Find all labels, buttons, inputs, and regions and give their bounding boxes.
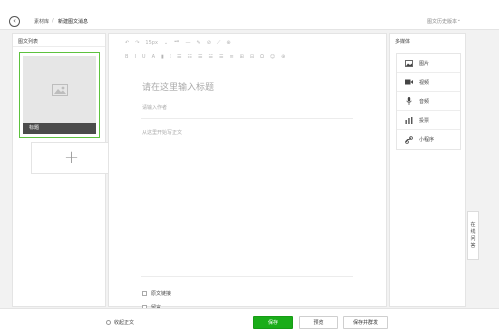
article-card-selected[interactable]: 标题 bbox=[19, 52, 100, 138]
microphone-icon bbox=[405, 97, 413, 105]
article-caption: 标题 bbox=[23, 123, 96, 134]
horizontal-rule-icon[interactable]: — bbox=[186, 40, 191, 46]
more-icon[interactable]: ⊕ bbox=[226, 40, 230, 46]
divider bbox=[13, 46, 105, 47]
image-placeholder-icon bbox=[51, 84, 68, 98]
ordered-list-icon[interactable]: ⊞ bbox=[240, 54, 244, 60]
media-item-poll[interactable]: 投票 bbox=[397, 111, 460, 130]
history-versions-link[interactable]: 图文历史版本 bbox=[427, 18, 457, 25]
toolbar-row-2: B I U A ▮ ⫶ ☰ ☷ ☰ ☱ ☰ ≡ ⊞ ⊟ Ω ☺ ⊕ bbox=[125, 53, 375, 61]
video-icon bbox=[405, 78, 413, 86]
format-brush-icon[interactable]: ✎ bbox=[197, 40, 201, 46]
poll-icon bbox=[405, 116, 413, 124]
original-link-checkbox[interactable] bbox=[142, 291, 147, 296]
original-link-label: 原文链接 bbox=[151, 291, 172, 297]
undo-icon[interactable]: ↶ bbox=[125, 40, 129, 46]
title-input[interactable]: 请在这里输入标题 bbox=[142, 80, 214, 93]
media-item-label: 投票 bbox=[419, 117, 430, 124]
collapse-radio[interactable] bbox=[106, 320, 111, 325]
side-tab-char: 答 bbox=[470, 242, 476, 249]
emoji-icon[interactable]: ☺ bbox=[270, 54, 275, 60]
breadcrumb-home[interactable]: 素材库 bbox=[34, 18, 49, 25]
media-item-label: 音频 bbox=[419, 98, 430, 105]
media-item-video[interactable]: 视频 bbox=[397, 73, 460, 92]
add-article-button[interactable]: + bbox=[31, 142, 112, 174]
back-button[interactable]: ‹ bbox=[9, 16, 20, 27]
divider bbox=[141, 118, 353, 119]
media-list: 图片 视频 音频 投票 小程序 bbox=[396, 53, 461, 150]
article-list-title: 图文列表 bbox=[18, 39, 39, 45]
media-item-image[interactable]: 图片 bbox=[397, 54, 460, 73]
article-list-panel: 图文列表 标题 + bbox=[12, 33, 112, 307]
redo-icon[interactable]: ↷ bbox=[135, 40, 139, 46]
save-button[interactable]: 保存 bbox=[253, 316, 293, 329]
background-color-icon[interactable]: ▮ bbox=[161, 54, 164, 60]
underline-icon[interactable]: U bbox=[142, 54, 146, 60]
font-size-select[interactable]: 15px bbox=[145, 40, 158, 46]
chevron-down-icon[interactable]: ⌄ bbox=[164, 40, 168, 46]
collapse-content-toggle[interactable]: 收起正文 bbox=[106, 319, 134, 326]
quote-icon[interactable]: ❝❞ bbox=[174, 40, 179, 46]
content-editor[interactable]: 从这里开始写正文 bbox=[142, 129, 182, 136]
chevron-down-icon: ⌄ bbox=[456, 17, 461, 23]
plus-icon: + bbox=[63, 147, 80, 168]
align-center-icon[interactable]: ☷ bbox=[188, 54, 192, 60]
align-right-icon[interactable]: ☰ bbox=[198, 54, 202, 60]
collapse-label: 收起正文 bbox=[114, 320, 135, 326]
divider-icon: ⫶ bbox=[169, 53, 172, 60]
chevron-left-icon: ‹ bbox=[13, 17, 16, 25]
bold-icon[interactable]: B bbox=[125, 54, 128, 60]
top-bar: ‹ 素材库 / 新建图文消息 图文历史版本 ⌄ bbox=[0, 0, 499, 30]
article-thumbnail: 标题 bbox=[23, 56, 96, 134]
italic-icon[interactable]: I bbox=[134, 54, 135, 60]
align-left-icon[interactable]: ☰ bbox=[177, 54, 181, 60]
media-item-audio[interactable]: 音频 bbox=[397, 92, 460, 111]
author-input[interactable]: 请输入作者 bbox=[142, 104, 167, 111]
preview-button[interactable]: 预览 bbox=[299, 316, 338, 329]
breadcrumb-separator: / bbox=[52, 18, 54, 24]
miniprogram-icon bbox=[405, 135, 413, 144]
special-char-icon[interactable]: Ω bbox=[260, 54, 264, 60]
unordered-list-icon[interactable]: ⊟ bbox=[250, 54, 254, 60]
toolbar-row-1: ↶ ↷ 15px ⌄ ❝❞ — ✎ ⊘ ⟋ ⊕ bbox=[125, 39, 375, 47]
bottom-bar: 收起正文 保存 预览 保存并群发 bbox=[0, 308, 499, 332]
editor-panel: ↶ ↷ 15px ⌄ ❝❞ — ✎ ⊘ ⟋ ⊕ B I U A ▮ ⫶ ☰ ☷ … bbox=[108, 33, 387, 311]
side-tab-char: 在 bbox=[470, 221, 476, 228]
link-icon[interactable]: ⟋ bbox=[217, 40, 221, 46]
justify-icon[interactable]: ☱ bbox=[209, 54, 213, 60]
media-panel: 多媒体 图片 视频 音频 投票 小程序 bbox=[389, 33, 466, 307]
more-icon[interactable]: ⊕ bbox=[281, 54, 285, 60]
online-qa-tab[interactable]: 在 线 问 答 bbox=[467, 211, 479, 260]
side-tab-char: 问 bbox=[470, 235, 476, 242]
side-tab-char: 线 bbox=[470, 228, 476, 235]
image-icon bbox=[405, 59, 413, 67]
media-item-label: 视频 bbox=[419, 79, 430, 86]
media-item-label: 小程序 bbox=[419, 137, 435, 143]
media-item-miniprogram[interactable]: 小程序 bbox=[397, 130, 460, 149]
indent-icon[interactable]: ☰ bbox=[219, 54, 223, 60]
clear-format-icon[interactable]: ⊘ bbox=[207, 40, 211, 46]
original-link-option[interactable]: 原文链接 bbox=[142, 290, 171, 297]
divider bbox=[141, 276, 353, 277]
media-item-label: 图片 bbox=[419, 60, 430, 67]
font-color-icon[interactable]: A bbox=[152, 54, 155, 60]
line-height-icon[interactable]: ≡ bbox=[229, 54, 233, 60]
media-panel-title: 多媒体 bbox=[395, 39, 411, 45]
save-and-publish-button[interactable]: 保存并群发 bbox=[343, 316, 388, 329]
breadcrumb-current: 新建图文消息 bbox=[58, 19, 89, 25]
